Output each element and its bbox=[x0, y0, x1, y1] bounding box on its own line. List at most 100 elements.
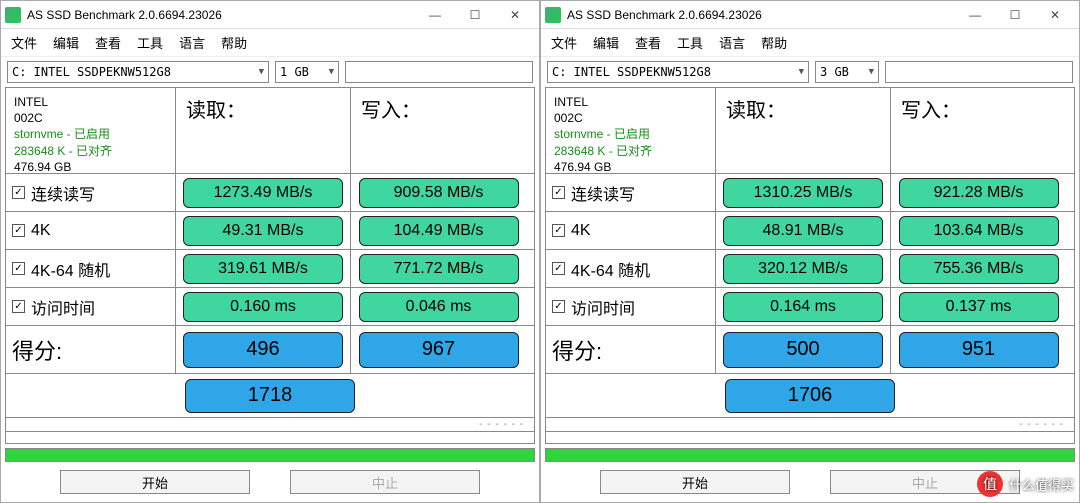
titlebar: AS SSD Benchmark 2.0.6694.23026—☐✕ bbox=[541, 1, 1079, 29]
write-score: 951 bbox=[899, 332, 1059, 368]
write-header: 写入： bbox=[891, 88, 1066, 173]
write-value: 104.49 MB/s bbox=[359, 216, 519, 246]
watermark-text: 什么值得买 bbox=[1009, 475, 1074, 494]
write-value: 909.58 MB/s bbox=[359, 178, 519, 208]
drive-select[interactable]: C: INTEL SSDPEKNW512G8▼ bbox=[547, 61, 809, 83]
read-value: 48.91 MB/s bbox=[723, 216, 883, 246]
total-row: 1718 bbox=[6, 374, 534, 418]
test-checkbox[interactable]: ✓ bbox=[552, 224, 565, 237]
progress-bar bbox=[5, 448, 535, 462]
chevron-down-icon: ▼ bbox=[799, 67, 804, 77]
test-row-k4: ✓4K48.91 MB/s 103.64 MB/s bbox=[546, 212, 1074, 250]
menu-item[interactable]: 查看 bbox=[95, 33, 121, 52]
menu-item[interactable]: 语言 bbox=[719, 33, 745, 52]
menu-item[interactable]: 文件 bbox=[11, 33, 37, 52]
read-score: 500 bbox=[723, 332, 883, 368]
drive-select[interactable]: C: INTEL SSDPEKNW512G8▼ bbox=[7, 61, 269, 83]
info-row: INTEL002Cstornvme - 已启用283648 K - 已对齐476… bbox=[546, 88, 1074, 174]
maximize-button[interactable]: ☐ bbox=[455, 3, 495, 27]
minimize-button[interactable]: — bbox=[955, 3, 995, 27]
test-checkbox[interactable]: ✓ bbox=[12, 186, 25, 199]
watermark: 值 什么值得买 bbox=[977, 471, 1074, 497]
close-button[interactable]: ✕ bbox=[1035, 3, 1075, 27]
menu-item[interactable]: 语言 bbox=[179, 33, 205, 52]
score-row: 得分:500 951 bbox=[546, 326, 1074, 374]
write-value: 771.72 MB/s bbox=[359, 254, 519, 284]
test-checkbox[interactable]: ✓ bbox=[552, 300, 565, 313]
menu-item[interactable]: 文件 bbox=[551, 33, 577, 52]
app-icon bbox=[5, 7, 21, 23]
read-value: 0.164 ms bbox=[723, 292, 883, 322]
minimize-button[interactable]: — bbox=[415, 3, 455, 27]
read-header: 读取： bbox=[716, 88, 891, 173]
test-row-seq: ✓连续读写1273.49 MB/s 909.58 MB/s bbox=[6, 174, 534, 212]
test-row-k464: ✓4K-64 随机320.12 MB/s755.36 MB/s bbox=[546, 250, 1074, 288]
menu-item[interactable]: 工具 bbox=[677, 33, 703, 52]
test-label: ✓4K-64 随机 bbox=[546, 250, 716, 287]
menu-item[interactable]: 查看 bbox=[635, 33, 661, 52]
filter-input[interactable] bbox=[885, 61, 1073, 83]
read-value: 1273.49 MB/s bbox=[183, 178, 343, 208]
size-select[interactable]: 1 GB▼ bbox=[275, 61, 339, 83]
button-row: 开始 中止 bbox=[1, 464, 539, 502]
results-grid: INTEL002Cstornvme - 已启用283648 K - 已对齐476… bbox=[5, 87, 535, 444]
test-label: ✓4K-64 随机 bbox=[6, 250, 176, 287]
app-icon bbox=[545, 7, 561, 23]
test-label: ✓访问时间 bbox=[546, 288, 716, 325]
write-value: 103.64 MB/s bbox=[899, 216, 1059, 246]
test-label: ✓4K bbox=[6, 212, 176, 249]
start-button[interactable]: 开始 bbox=[60, 470, 250, 494]
size-select[interactable]: 3 GB▼ bbox=[815, 61, 879, 83]
write-value: 921.28 MB/s bbox=[899, 178, 1059, 208]
close-button[interactable]: ✕ bbox=[495, 3, 535, 27]
window-title: AS SSD Benchmark 2.0.6694.23026 bbox=[27, 8, 415, 22]
test-checkbox[interactable]: ✓ bbox=[552, 186, 565, 199]
start-button[interactable]: 开始 bbox=[600, 470, 790, 494]
write-value: 0.137 ms bbox=[899, 292, 1059, 322]
drive-info: INTEL002Cstornvme - 已启用283648 K - 已对齐476… bbox=[546, 88, 716, 173]
chevron-down-icon: ▼ bbox=[869, 67, 874, 77]
score-row: 得分:496967 bbox=[6, 326, 534, 374]
test-checkbox[interactable]: ✓ bbox=[12, 262, 25, 275]
filter-input[interactable] bbox=[345, 61, 533, 83]
read-score: 496 bbox=[183, 332, 343, 368]
menubar: 文件编辑查看工具语言帮助 bbox=[541, 29, 1079, 57]
menu-item[interactable]: 编辑 bbox=[593, 33, 619, 52]
test-label: ✓连续读写 bbox=[6, 174, 176, 211]
read-value: 0.160 ms bbox=[183, 292, 343, 322]
read-header: 读取： bbox=[176, 88, 351, 173]
maximize-button[interactable]: ☐ bbox=[995, 3, 1035, 27]
selector-row: C: INTEL SSDPEKNW512G8▼ 3 GB▼ bbox=[541, 57, 1079, 87]
menu-item[interactable]: 帮助 bbox=[221, 33, 247, 52]
read-value: 49.31 MB/s bbox=[183, 216, 343, 246]
total-row: 1706 bbox=[546, 374, 1074, 418]
test-checkbox[interactable]: ✓ bbox=[12, 224, 25, 237]
status-strip: - - - - - - bbox=[546, 418, 1074, 432]
read-value: 1310.25 MB/s bbox=[723, 178, 883, 208]
score-label: 得分: bbox=[546, 326, 716, 373]
total-score: 1706 bbox=[725, 379, 895, 413]
write-value: 0.046 ms bbox=[359, 292, 519, 322]
menu-item[interactable]: 工具 bbox=[137, 33, 163, 52]
selector-row: C: INTEL SSDPEKNW512G8▼ 1 GB▼ bbox=[1, 57, 539, 87]
test-label: ✓连续读写 bbox=[546, 174, 716, 211]
total-score: 1718 bbox=[185, 379, 355, 413]
menu-item[interactable]: 编辑 bbox=[53, 33, 79, 52]
info-row: INTEL002Cstornvme - 已启用283648 K - 已对齐476… bbox=[6, 88, 534, 174]
stop-button: 中止 bbox=[290, 470, 480, 494]
test-label: ✓访问时间 bbox=[6, 288, 176, 325]
test-checkbox[interactable]: ✓ bbox=[552, 262, 565, 275]
progress-bar bbox=[545, 448, 1075, 462]
benchmark-window: AS SSD Benchmark 2.0.6694.23026—☐✕ 文件编辑查看… bbox=[0, 0, 540, 503]
read-value: 319.61 MB/s bbox=[183, 254, 343, 284]
test-label: ✓4K bbox=[546, 212, 716, 249]
results-grid: INTEL002Cstornvme - 已启用283648 K - 已对齐476… bbox=[545, 87, 1075, 444]
test-row-acc: ✓访问时间0.160 ms 0.046 ms bbox=[6, 288, 534, 326]
test-row-k464: ✓4K-64 随机319.61 MB/s 771.72 MB/s bbox=[6, 250, 534, 288]
menu-item[interactable]: 帮助 bbox=[761, 33, 787, 52]
write-score: 967 bbox=[359, 332, 519, 368]
test-checkbox[interactable]: ✓ bbox=[12, 300, 25, 313]
titlebar: AS SSD Benchmark 2.0.6694.23026—☐✕ bbox=[1, 1, 539, 29]
chevron-down-icon: ▼ bbox=[329, 67, 334, 77]
watermark-icon: 值 bbox=[977, 471, 1003, 497]
